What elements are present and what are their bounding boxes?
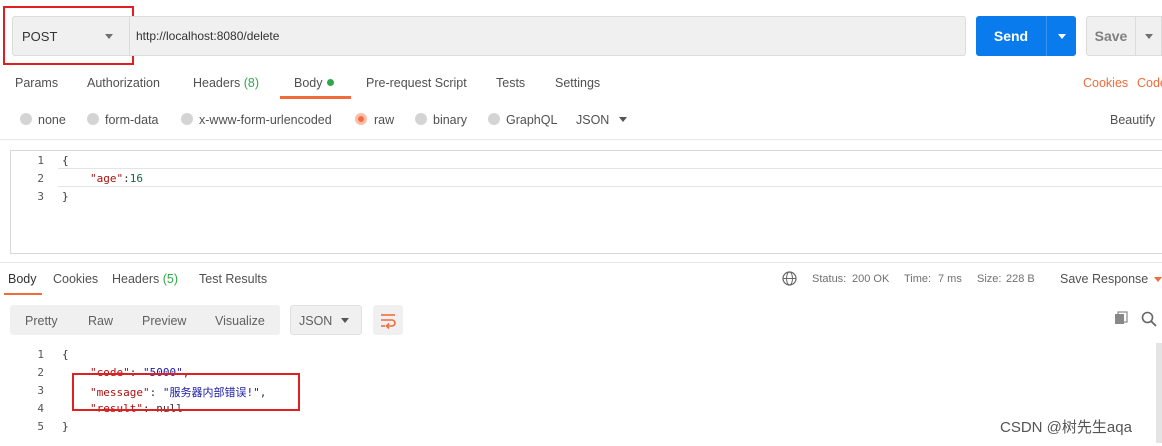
radio-none[interactable] (20, 113, 32, 125)
line-number: 1 (37, 154, 44, 167)
json-key: "age" (90, 172, 124, 185)
line-number: 4 (37, 402, 44, 415)
response-tab-test-results[interactable]: Test Results (199, 272, 267, 286)
body-indicator-dot (326, 79, 334, 86)
save-button[interactable]: Save (1086, 16, 1136, 56)
save-response-button[interactable]: Save Response (1060, 272, 1148, 286)
code-brace: } (62, 420, 69, 433)
radio-none-label: none (38, 113, 66, 127)
divider (0, 262, 1162, 263)
json-colon: : (123, 172, 130, 185)
status-value[interactable]: 200 OK (852, 273, 889, 285)
code-line: "age":16 (90, 172, 143, 185)
response-tab-headers[interactable]: Headers (5) (112, 272, 178, 286)
chevron-down-icon[interactable] (1154, 277, 1162, 282)
wrap-icon (381, 314, 396, 329)
view-raw[interactable]: Raw (88, 314, 113, 328)
response-tab-headers-label: Headers (112, 272, 160, 286)
radio-binary[interactable] (415, 113, 427, 125)
line-number: 2 (37, 172, 44, 185)
chevron-down-icon[interactable] (619, 117, 627, 122)
line-number: 3 (37, 190, 44, 203)
method-highlight-box (3, 6, 134, 65)
view-visualize[interactable]: Visualize (215, 314, 265, 328)
radio-raw[interactable] (355, 113, 367, 125)
size-value[interactable]: 228 B (1006, 273, 1035, 285)
watermark: CSDN @树先生aqa (1000, 419, 1132, 436)
response-tab-body[interactable]: Body (8, 272, 37, 286)
beautify-link[interactable]: Beautify (1110, 113, 1155, 127)
code-brace: } (62, 190, 69, 203)
tab-headers-label: Headers (193, 76, 241, 90)
line-number: 3 (37, 384, 44, 397)
size-label: Size: (977, 273, 1002, 285)
active-tab-underline (280, 96, 351, 99)
tab-pre-request-script[interactable]: Pre-request Script (366, 76, 467, 90)
search-icon[interactable] (1141, 311, 1157, 327)
tab-settings[interactable]: Settings (555, 76, 600, 90)
radio-form-data-label: form-data (105, 113, 159, 127)
request-body-editor[interactable] (10, 150, 1162, 254)
copy-icon[interactable] (1114, 311, 1128, 325)
cookies-link[interactable]: Cookies (1083, 76, 1128, 90)
response-headers-count: (5) (162, 272, 179, 286)
tab-params[interactable]: Params (15, 76, 58, 90)
headers-count: (8) (243, 76, 260, 90)
response-format-label: JSON (299, 314, 333, 328)
current-line-highlight (58, 168, 1162, 187)
code-brace: { (62, 154, 69, 167)
time-value[interactable]: 7 ms (938, 273, 962, 285)
line-number: 5 (37, 420, 44, 433)
code-brace: { (62, 348, 69, 361)
radio-graphql-label: GraphQL (506, 113, 558, 127)
tab-headers[interactable]: Headers (8) (193, 76, 259, 90)
view-preview[interactable]: Preview (142, 314, 186, 328)
send-dropdown-button[interactable] (1046, 16, 1076, 56)
radio-urlencoded[interactable] (181, 113, 193, 125)
time-label: Time: (904, 273, 932, 285)
scrollbar[interactable] (1156, 343, 1162, 443)
body-format-select[interactable]: JSON (576, 113, 609, 127)
response-tab-cookies[interactable]: Cookies (53, 272, 98, 286)
line-number: 1 (37, 348, 44, 361)
active-tab-underline (4, 293, 42, 295)
save-dropdown-button[interactable] (1136, 16, 1162, 56)
tab-body[interactable]: Body (294, 76, 334, 90)
url-text: http://localhost:8080/delete (136, 29, 280, 43)
tab-authorization[interactable]: Authorization (87, 76, 160, 90)
radio-raw-label: raw (374, 113, 395, 127)
radio-urlencoded-label: x-www-form-urlencoded (199, 113, 332, 127)
json-value: 16 (129, 172, 143, 185)
status-label: Status: (812, 273, 847, 285)
globe-icon[interactable] (782, 271, 797, 286)
code-link[interactable]: Code (1137, 76, 1162, 90)
tab-tests[interactable]: Tests (496, 76, 525, 90)
radio-binary-label: binary (433, 113, 468, 127)
divider (0, 139, 1162, 140)
chevron-down-icon[interactable] (341, 318, 349, 323)
view-pretty[interactable]: Pretty (25, 314, 58, 328)
radio-graphql[interactable] (488, 113, 500, 125)
tab-body-label: Body (294, 76, 323, 90)
send-button[interactable]: Send (976, 16, 1046, 56)
radio-form-data[interactable] (87, 113, 99, 125)
line-number: 2 (37, 366, 44, 379)
message-highlight-box (72, 373, 300, 411)
